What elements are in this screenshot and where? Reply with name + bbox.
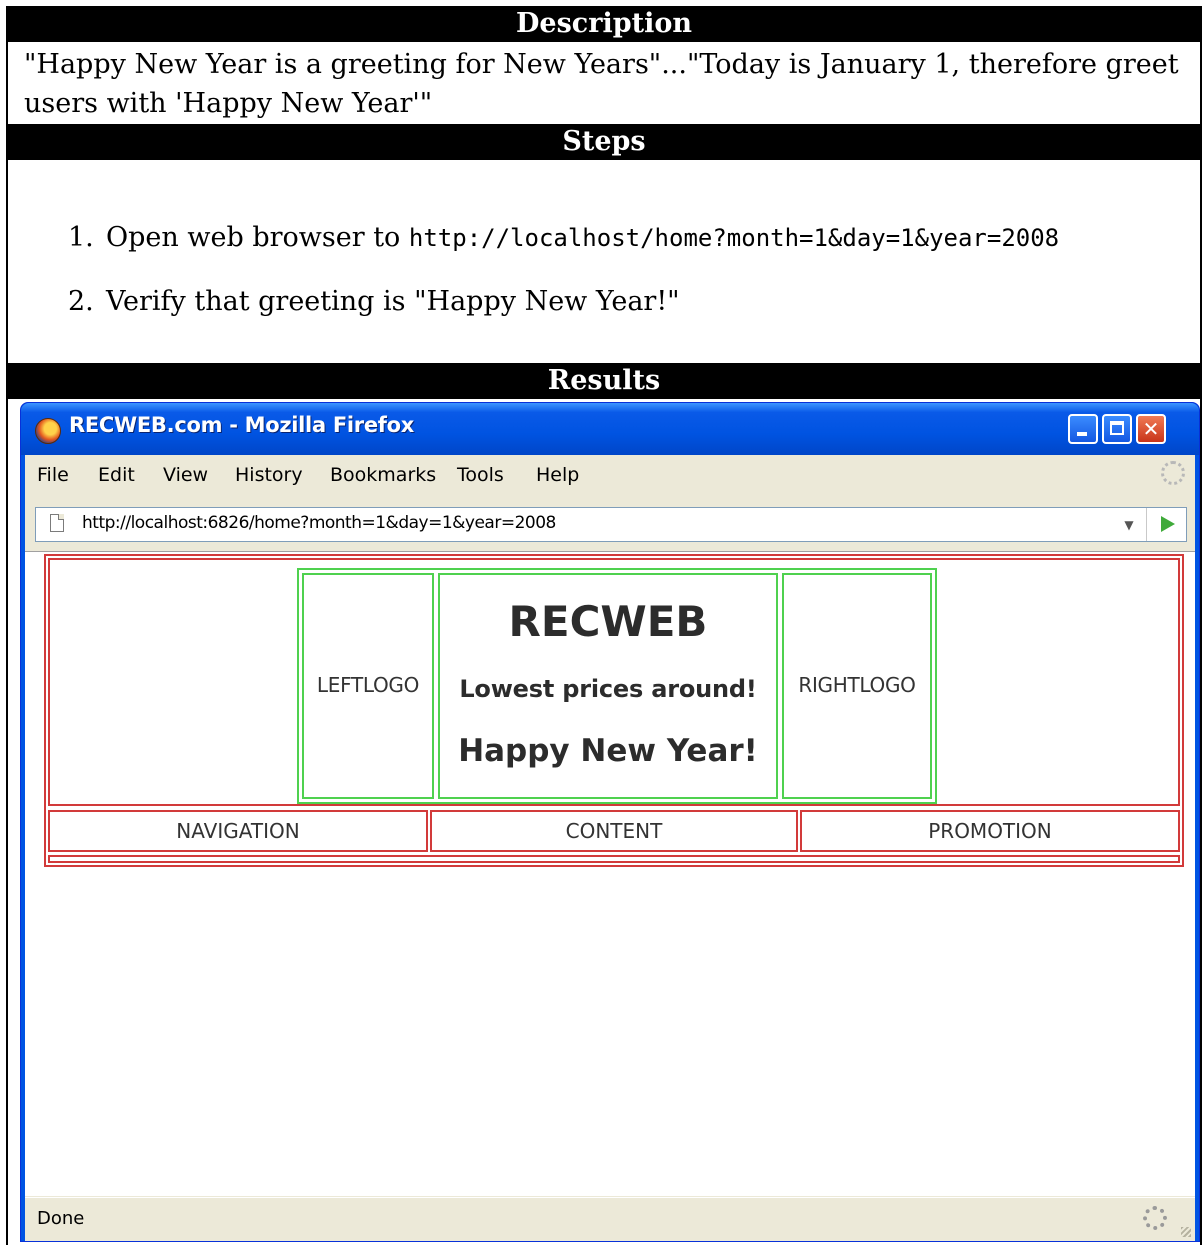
url-input[interactable]: http://localhost:6826/home?month=1&day=1… bbox=[82, 513, 556, 533]
close-icon: ✕ bbox=[1142, 417, 1160, 441]
step-number: 2. bbox=[68, 286, 94, 317]
left-logo-cell: LEFTLOGO bbox=[302, 573, 434, 799]
close-button[interactable]: ✕ bbox=[1136, 414, 1166, 444]
sections-row: NAVIGATION CONTENT PROMOTION bbox=[48, 810, 1180, 852]
title-bar[interactable]: RECWEB.com - Mozilla Firefox ✕ bbox=[21, 403, 1199, 455]
resize-grip-icon[interactable] bbox=[1181, 1227, 1191, 1237]
steps-header: Steps bbox=[8, 124, 1200, 160]
layout-table: LEFTLOGO RECWEB Lowest prices around! Ha… bbox=[44, 554, 1184, 867]
menu-file[interactable]: File bbox=[37, 464, 69, 486]
logo-table: LEFTLOGO RECWEB Lowest prices around! Ha… bbox=[297, 568, 937, 804]
throbber-icon bbox=[1161, 461, 1185, 485]
menu-bookmarks[interactable]: Bookmarks bbox=[330, 464, 436, 486]
minimize-button[interactable] bbox=[1068, 414, 1098, 444]
menu-bar: File Edit View History Bookmarks Tools H… bbox=[25, 455, 1195, 495]
promotion-section: PROMOTION bbox=[800, 810, 1180, 852]
header-cell: LEFTLOGO RECWEB Lowest prices around! Ha… bbox=[48, 558, 1180, 806]
menu-history[interactable]: History bbox=[235, 464, 303, 486]
navigation-section: NAVIGATION bbox=[48, 810, 428, 852]
step-number: 1. bbox=[68, 222, 94, 253]
left-logo-label: LEFTLOGO bbox=[316, 673, 420, 697]
tagline: Lowest prices around! bbox=[459, 675, 757, 703]
go-arrow-icon[interactable] bbox=[1146, 508, 1187, 541]
right-logo-cell: RIGHTLOGO bbox=[782, 573, 932, 799]
footer-row bbox=[48, 855, 1180, 863]
window-title: RECWEB.com - Mozilla Firefox bbox=[69, 413, 414, 437]
url-bar[interactable]: http://localhost:6826/home?month=1&day=1… bbox=[35, 507, 1187, 542]
content-section: CONTENT bbox=[430, 810, 798, 852]
menu-tools[interactable]: Tools bbox=[457, 464, 504, 486]
page-icon bbox=[50, 514, 64, 532]
step-text: Verify that greeting is "Happy New Year!… bbox=[106, 286, 680, 317]
page-viewport: LEFTLOGO RECWEB Lowest prices around! Ha… bbox=[25, 551, 1195, 1196]
description-text: "Happy New Year is a greeting for New Ye… bbox=[24, 49, 1179, 119]
firefox-icon bbox=[35, 418, 61, 444]
step-url: http://localhost/home?month=1&day=1&year… bbox=[408, 224, 1060, 252]
menu-help[interactable]: Help bbox=[536, 464, 579, 486]
navigation-toolbar: http://localhost:6826/home?month=1&day=1… bbox=[25, 497, 1195, 549]
menu-edit[interactable]: Edit bbox=[98, 464, 135, 486]
gear-icon[interactable] bbox=[1143, 1206, 1167, 1230]
url-dropdown-button[interactable]: ▼ bbox=[1118, 513, 1140, 537]
brand-cell: RECWEB Lowest prices around! Happy New Y… bbox=[438, 573, 778, 799]
step-item: 1. Open web browser to http://localhost/h… bbox=[68, 218, 1059, 282]
description-header: Description bbox=[8, 6, 1200, 42]
greeting: Happy New Year! bbox=[458, 733, 758, 769]
status-bar: Done bbox=[25, 1197, 1195, 1241]
menu-view[interactable]: View bbox=[163, 464, 208, 486]
status-text: Done bbox=[37, 1208, 85, 1229]
results-header: Results bbox=[8, 363, 1200, 399]
steps-list: 1. Open web browser to http://localhost/h… bbox=[68, 218, 1059, 346]
right-logo-label: RIGHTLOGO bbox=[798, 673, 916, 697]
step-text: Open web browser to bbox=[106, 222, 409, 253]
maximize-button[interactable] bbox=[1102, 414, 1132, 444]
brand-title: RECWEB bbox=[508, 597, 708, 646]
firefox-window: RECWEB.com - Mozilla Firefox ✕ File Edit… bbox=[20, 402, 1200, 1242]
step-item: 2. Verify that greeting is "Happy New Yea… bbox=[68, 282, 1059, 346]
browser-client-area: File Edit View History Bookmarks Tools H… bbox=[25, 455, 1195, 1241]
